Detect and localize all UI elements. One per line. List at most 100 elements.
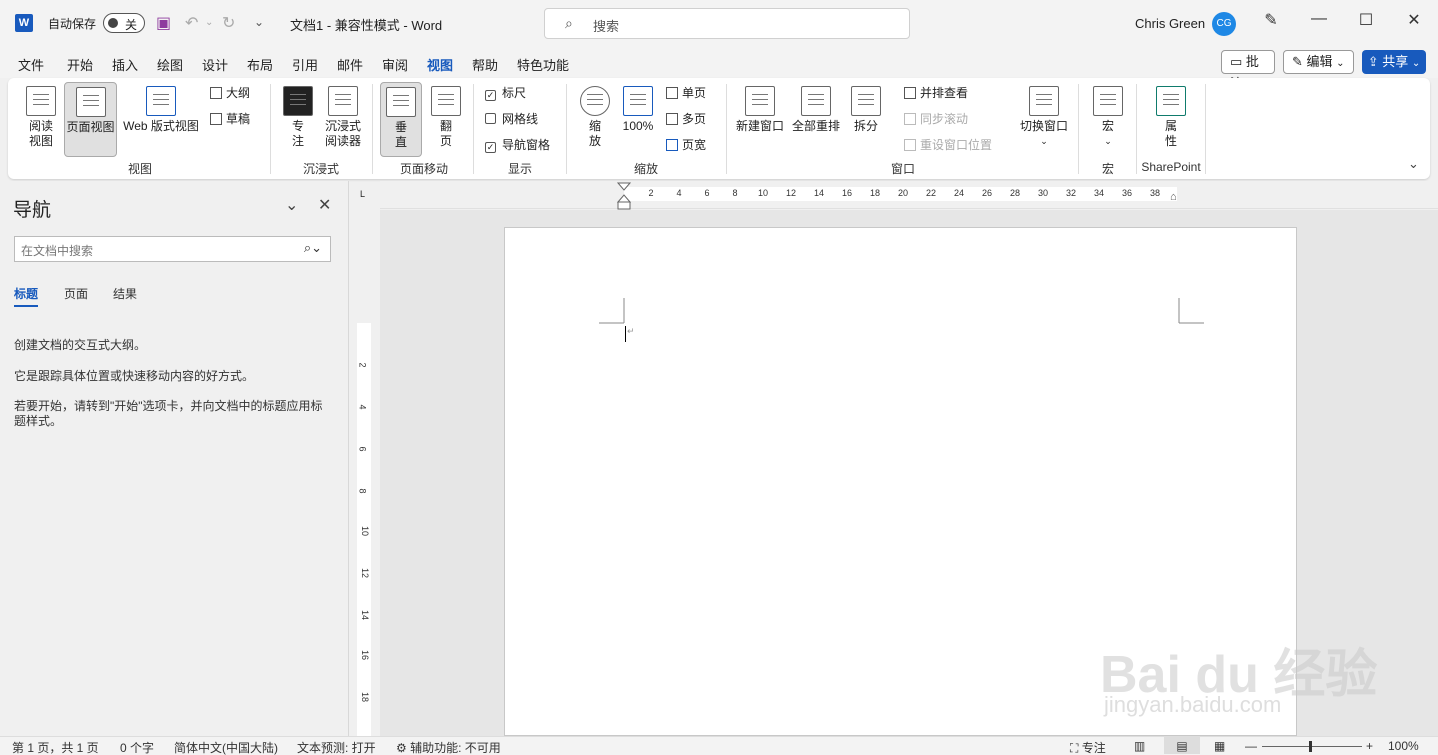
tab-view[interactable]: 视图 bbox=[427, 55, 454, 80]
close-icon[interactable]: ✕ bbox=[318, 195, 331, 215]
ruler-tick: 28 bbox=[1009, 188, 1021, 198]
nav-hint-text: 创建文档的交互式大纲。 bbox=[14, 338, 147, 352]
tab-file[interactable]: 文件 bbox=[18, 55, 44, 74]
zoom-100-button[interactable]: 100% bbox=[620, 86, 656, 134]
word-count[interactable]: 0 个字 bbox=[120, 739, 154, 755]
title-search-box[interactable]: ⌕ 搜索 bbox=[544, 8, 910, 39]
margin-crop-mark-right bbox=[1178, 298, 1204, 324]
autosave-toggle[interactable]: 关 bbox=[103, 13, 145, 33]
draft-button[interactable]: 草稿 bbox=[210, 111, 250, 127]
language-indicator[interactable]: 简体中文(中国大陆) bbox=[174, 739, 278, 755]
nav-search-input[interactable]: 在文档中搜索 ⌕⌄ bbox=[14, 236, 331, 262]
arrange-all-button[interactable]: 全部重排 bbox=[790, 86, 842, 134]
group-label-immersive: 沉浸式 bbox=[302, 162, 339, 176]
multiple-pages-button[interactable]: 多页 bbox=[666, 111, 706, 127]
tab-insert[interactable]: 插入 bbox=[112, 55, 138, 74]
close-icon[interactable]: ✕ bbox=[1399, 10, 1429, 30]
zoom-level[interactable]: 100% bbox=[1388, 739, 1419, 753]
zoom-in-icon[interactable]: + bbox=[1366, 739, 1373, 753]
horizontal-ruler[interactable]: 2 4 6 8 10 12 14 16 18 20 22 24 26 28 30… bbox=[380, 181, 1438, 209]
customize-toolbar-icon[interactable]: ⌄ bbox=[254, 15, 264, 29]
nav-tab-headings[interactable]: 标题 bbox=[14, 285, 39, 307]
one-page-label: 单页 bbox=[682, 86, 707, 100]
tab-design[interactable]: 设计 bbox=[202, 55, 228, 74]
nav-pane-checkbox[interactable]: ✓ 导航窗格 bbox=[485, 137, 550, 153]
undo-dropdown-icon[interactable]: ⌄ bbox=[205, 17, 213, 28]
read-mode-view-icon[interactable]: ▥ bbox=[1134, 739, 1145, 753]
reset-window-position-button[interactable]: 重设窗口位置 bbox=[904, 137, 992, 153]
page-width-button[interactable]: 页宽 bbox=[666, 137, 706, 153]
save-icon[interactable]: ▣ bbox=[156, 13, 171, 33]
user-name[interactable]: Chris Green bbox=[1135, 16, 1205, 31]
properties-button[interactable]: 属 性 bbox=[1154, 86, 1188, 149]
sync-scroll-button[interactable]: 同步滚动 bbox=[904, 111, 968, 127]
nav-pane-label: 导航窗格 bbox=[502, 138, 551, 152]
gridlines-checkbox[interactable]: 网格线 bbox=[485, 111, 538, 127]
print-layout-view-icon[interactable]: ▤ bbox=[1164, 737, 1200, 754]
designer-pen-icon[interactable]: ✎ bbox=[1256, 10, 1286, 30]
tab-mailings[interactable]: 邮件 bbox=[337, 55, 363, 74]
nav-tab-results[interactable]: 结果 bbox=[113, 285, 137, 302]
vertical-ruler[interactable]: 2 4 6 8 10 12 14 16 18 bbox=[356, 226, 372, 736]
ribbon-view: 阅读 视图 页面视图 Web 版式视图 大纲 草稿 视图 专 注 沉浸式 阅读器… bbox=[8, 78, 1430, 179]
word-app-icon: W bbox=[15, 14, 33, 32]
nav-tab-pages[interactable]: 页面 bbox=[64, 285, 88, 302]
zoom-out-icon[interactable]: — bbox=[1245, 739, 1257, 753]
reset-position-icon bbox=[904, 139, 916, 151]
search-icon[interactable]: ⌕⌄ bbox=[304, 240, 322, 256]
tab-home[interactable]: 开始 bbox=[67, 55, 93, 74]
tab-draw[interactable]: 绘图 bbox=[157, 55, 183, 74]
focus-button[interactable]: 专 注 bbox=[283, 86, 313, 149]
vertical-button[interactable]: 垂 直 bbox=[380, 82, 422, 157]
text-prediction-status[interactable]: 文本预测: 打开 bbox=[297, 739, 376, 755]
avatar[interactable]: CG bbox=[1212, 12, 1236, 36]
outline-button[interactable]: 大纲 bbox=[210, 85, 250, 101]
ruler-tick: 2 bbox=[357, 362, 368, 368]
read-mode-button[interactable]: 阅读 视图 bbox=[18, 86, 64, 149]
accessibility-status[interactable]: ⚙ 辅助功能: 不可用 bbox=[396, 739, 501, 755]
ruler-tick: 14 bbox=[813, 188, 825, 198]
tab-references[interactable]: 引用 bbox=[292, 55, 318, 74]
maximize-icon[interactable]: ☐ bbox=[1351, 10, 1381, 30]
page-count[interactable]: 第 1 页，共 1 页 bbox=[12, 739, 99, 755]
collapse-ribbon-icon[interactable]: ⌄ bbox=[1408, 156, 1419, 172]
print-layout-button[interactable]: 页面视图 bbox=[64, 82, 117, 157]
tab-review[interactable]: 审阅 bbox=[382, 55, 408, 74]
tab-special-features[interactable]: 特色功能 bbox=[517, 55, 569, 74]
tab-layout[interactable]: 布局 bbox=[247, 55, 273, 74]
zoom-slider-thumb[interactable] bbox=[1309, 741, 1312, 752]
share-icon: ⇪ bbox=[1367, 54, 1379, 69]
ruler-checkbox[interactable]: ✓ 标尺 bbox=[485, 85, 526, 101]
first-line-indent-marker[interactable] bbox=[617, 182, 631, 210]
ruler-tick: 34 bbox=[1093, 188, 1105, 198]
read-mode-label: 阅读 视图 bbox=[28, 119, 53, 148]
focus-mode-button[interactable]: ⛶ 专注 bbox=[1070, 739, 1106, 755]
nav-pane-title: 导航 bbox=[13, 200, 52, 221]
one-page-button[interactable]: 单页 bbox=[666, 85, 706, 101]
new-window-button[interactable]: 新建窗口 bbox=[734, 86, 786, 134]
comments-button[interactable]: ▭ 批注 bbox=[1221, 50, 1275, 91]
editing-mode-button[interactable]: ✎ 编辑 ⌄ bbox=[1283, 50, 1354, 74]
immersive-reader-button[interactable]: 沉浸式 阅读器 bbox=[321, 86, 365, 149]
side-to-side-button[interactable]: 翻 页 bbox=[428, 86, 464, 149]
switch-windows-button[interactable]: 切换窗口 ⌄ bbox=[1016, 86, 1072, 149]
zoom-slider-track[interactable] bbox=[1262, 746, 1362, 747]
undo-icon[interactable]: ↶ bbox=[185, 13, 198, 33]
redo-icon[interactable]: ↻ bbox=[222, 13, 235, 33]
web-layout-view-icon[interactable]: ▦ bbox=[1214, 739, 1225, 753]
macros-button[interactable]: 宏 ⌄ bbox=[1092, 86, 1124, 149]
tab-selector[interactable]: L bbox=[350, 181, 378, 209]
split-button[interactable]: 拆分 bbox=[846, 86, 886, 134]
ruler-tick: 12 bbox=[360, 567, 371, 579]
arrange-all-icon bbox=[801, 86, 831, 116]
right-indent-marker[interactable]: ⌂ bbox=[1170, 191, 1177, 203]
share-button[interactable]: ⇪ 共享 ⌄ bbox=[1362, 50, 1426, 74]
minimize-icon[interactable]: — bbox=[1304, 10, 1334, 28]
web-layout-button[interactable]: Web 版式视图 bbox=[120, 86, 202, 134]
chevron-down-icon[interactable]: ⌄ bbox=[285, 195, 298, 215]
side-by-side-button[interactable]: 并排查看 bbox=[904, 85, 968, 101]
tab-help[interactable]: 帮助 bbox=[472, 55, 498, 74]
zoom-button[interactable]: 缩 放 bbox=[578, 86, 612, 149]
focus-label: 专 注 bbox=[291, 119, 304, 148]
macros-label: 宏 bbox=[1101, 119, 1114, 133]
